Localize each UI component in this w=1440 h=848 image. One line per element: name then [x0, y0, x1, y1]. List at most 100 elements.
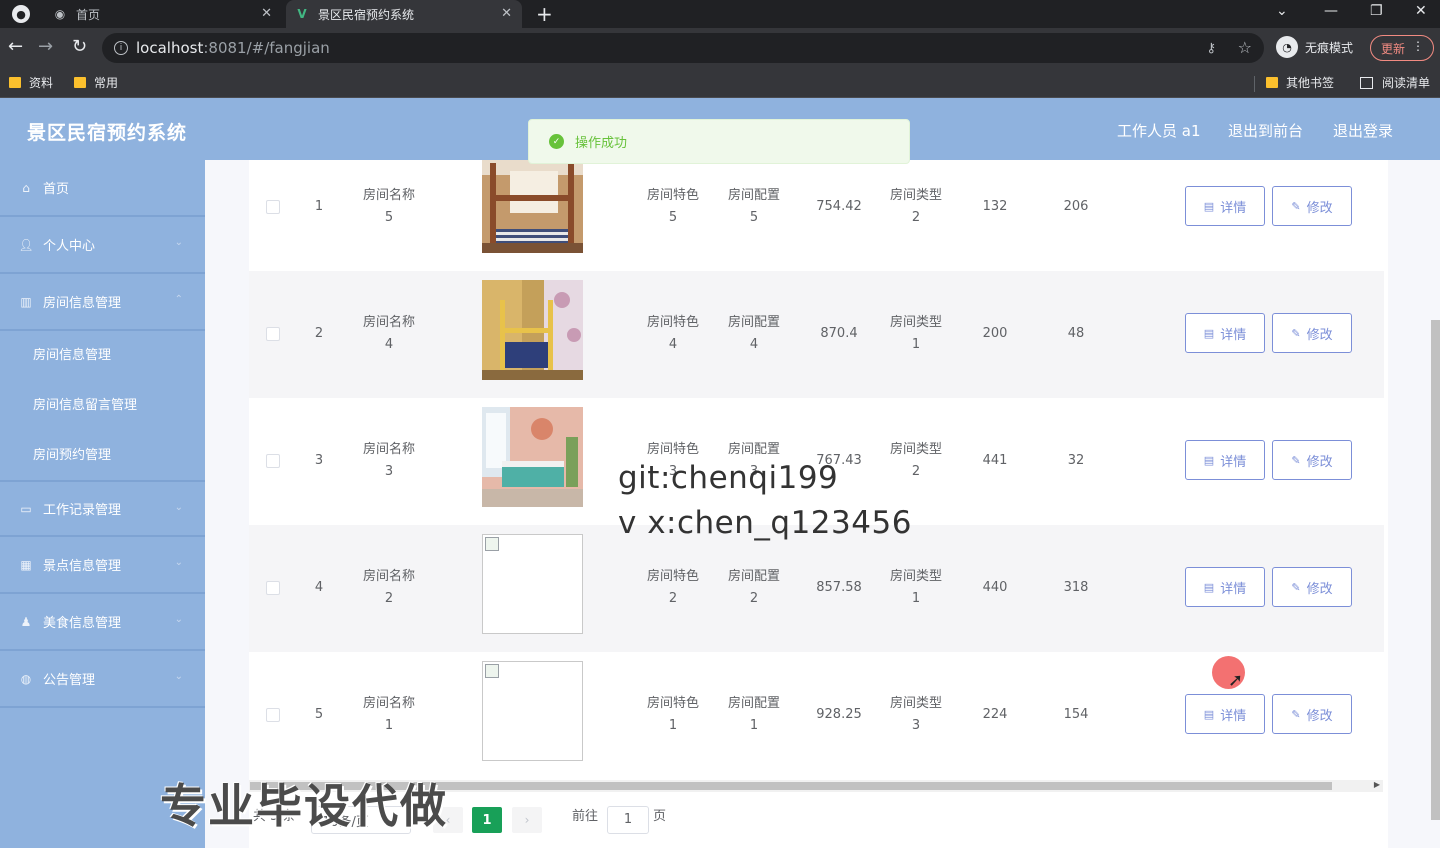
room-name-value: 3	[384, 464, 394, 479]
room-feature-value: 1	[668, 718, 678, 733]
room-name: 房间名称 1	[349, 693, 429, 737]
row-checkbox[interactable]	[266, 454, 280, 468]
edit-button[interactable]: ✎ 修改	[1272, 186, 1352, 226]
site-info-icon[interactable]: i	[114, 41, 128, 55]
detail-button[interactable]: ▤ 详情	[1185, 440, 1265, 480]
scroll-right-icon[interactable]: ▶	[1374, 780, 1380, 789]
room-config: 房间配置 4	[715, 312, 793, 356]
close-tab-icon[interactable]: ✕	[501, 6, 512, 21]
room-feature: 房间特色 5	[634, 185, 712, 229]
close-tab-icon[interactable]: ✕	[261, 6, 272, 21]
new-tab-icon[interactable]: +	[536, 2, 553, 26]
url-input[interactable]: i localhost:8081/#/fangjian ⚷ ☆	[102, 33, 1264, 63]
room-config: 房间配置 5	[715, 185, 793, 229]
row-checkbox[interactable]	[266, 327, 280, 341]
update-button[interactable]: 更新 ⋮	[1370, 35, 1434, 61]
detail-button[interactable]: ▤ 详情	[1185, 186, 1265, 226]
room-config-label: 房间配置	[727, 569, 780, 584]
reload-icon[interactable]: ↻	[72, 36, 87, 57]
reading-list[interactable]: 阅读清单	[1360, 74, 1430, 91]
table-row: 1 房间名称 5 房间特色 5 房间配置 5 754.42 房间类型 2 132 206…	[249, 160, 1384, 271]
url-path: :8081/#/fangjian	[203, 39, 330, 57]
toast-message: 操作成功	[575, 136, 628, 151]
room-count-a: 200	[982, 326, 1008, 341]
back-to-front-link[interactable]: 退出到前台	[1228, 120, 1303, 141]
sidebar-item-label: 首页	[43, 182, 70, 197]
address-bar-row: ← → ↻ i localhost:8081/#/fangjian ⚷ ☆	[0, 28, 1440, 68]
update-label: 更新	[1381, 41, 1406, 56]
sidebar-item-home[interactable]: ⌂ 首页	[0, 160, 205, 217]
room-type: 房间类型 3	[877, 693, 955, 737]
detail-label: 详情	[1220, 708, 1247, 724]
room-count-a: 224	[982, 707, 1008, 722]
room-name: 房间名称 2	[349, 566, 429, 610]
more-menu-icon[interactable]: ⋮	[1412, 39, 1424, 53]
row-checkbox[interactable]	[266, 200, 280, 214]
bookmark-folder[interactable]: 资料	[9, 74, 53, 91]
bookmark-divider	[1254, 76, 1255, 92]
room-count-a: 441	[982, 453, 1008, 468]
room-name: 房间名称 3	[349, 439, 429, 483]
edit-button[interactable]: ✎ 修改	[1272, 694, 1352, 734]
submenu-room-info[interactable]: 房间信息管理	[0, 328, 205, 378]
browser-tab-app[interactable]: V 景区民宿预约系统 ✕	[286, 0, 522, 28]
home-icon: ⌂	[22, 180, 30, 195]
bookmark-folder[interactable]: 常用	[74, 74, 118, 91]
row-checkbox[interactable]	[266, 708, 280, 722]
bookmark-label: 资料	[29, 76, 54, 90]
incognito-indicator[interactable]: ◔ 无痕模式	[1276, 36, 1353, 58]
forward-icon[interactable]: →	[38, 36, 53, 57]
back-icon[interactable]: ←	[8, 36, 23, 57]
sidebar-item-room-info[interactable]: ▥ 房间信息管理 ⌃	[0, 274, 205, 331]
room-type-value: 2	[911, 464, 921, 479]
current-page-button[interactable]: 1	[472, 807, 502, 833]
close-window-icon[interactable]: ✕	[1415, 3, 1427, 19]
broken-image-icon	[485, 537, 499, 551]
detail-button[interactable]: ▤ 详情	[1185, 694, 1265, 734]
page-vertical-scrollbar[interactable]	[1431, 320, 1440, 820]
submenu-room-messages[interactable]: 房间信息留言管理	[0, 378, 205, 428]
logout-link[interactable]: 退出登录	[1333, 120, 1393, 141]
detail-label: 详情	[1220, 581, 1247, 597]
edit-button[interactable]: ✎ 修改	[1272, 313, 1352, 353]
chevron-down-icon: ⌄	[174, 614, 183, 625]
edit-label: 修改	[1306, 327, 1333, 343]
edit-button[interactable]: ✎ 修改	[1272, 567, 1352, 607]
document-icon: ▤	[1203, 199, 1215, 213]
edit-button[interactable]: ✎ 修改	[1272, 440, 1352, 480]
tab-search-icon[interactable]: ⌄	[1276, 3, 1288, 19]
sidebar-item-food[interactable]: ♟ 美食信息管理 ⌄	[0, 594, 205, 651]
key-icon[interactable]: ⚷	[1206, 41, 1216, 56]
room-type-label: 房间类型	[889, 696, 942, 711]
room-count-a: 132	[982, 199, 1008, 214]
minimize-icon[interactable]: —	[1324, 3, 1338, 19]
browser-menu-icon[interactable]: ●	[12, 5, 30, 23]
room-price: 928.25	[816, 707, 862, 722]
bookmark-star-icon[interactable]: ☆	[1238, 38, 1252, 57]
sidebar-item-work-records[interactable]: ▭ 工作记录管理 ⌄	[0, 480, 205, 537]
other-bookmarks[interactable]: 其他书签	[1266, 74, 1334, 91]
next-page-button[interactable]: ›	[512, 807, 542, 833]
room-type: 房间类型 1	[877, 312, 955, 356]
mouse-cursor-icon: ➚	[1228, 670, 1244, 691]
sidebar-item-profile[interactable]: 👤︎ 个人中心 ⌄	[0, 217, 205, 274]
globe-icon: ◉	[54, 7, 66, 21]
chevron-down-icon: ⌄	[174, 237, 183, 248]
reading-list-label: 阅读清单	[1382, 76, 1431, 90]
browser-tab-home[interactable]: ◉ 首页 ✕	[42, 0, 282, 28]
room-type-label: 房间类型	[889, 188, 942, 203]
sidebar-item-announcements[interactable]: ◍ 公告管理 ⌄	[0, 651, 205, 708]
restore-icon[interactable]: ❐	[1370, 3, 1383, 19]
incognito-label: 无痕模式	[1305, 40, 1354, 55]
row-checkbox[interactable]	[266, 581, 280, 595]
detail-button[interactable]: ▤ 详情	[1185, 567, 1265, 607]
grid-icon: ▦	[20, 557, 32, 572]
goto-page-input[interactable]: 1	[607, 806, 649, 834]
submenu-room-booking[interactable]: 房间预约管理	[0, 428, 205, 478]
room-price: 870.4	[820, 326, 858, 341]
chevron-down-icon: ⌄	[174, 671, 183, 682]
detail-button[interactable]: ▤ 详情	[1185, 313, 1265, 353]
room-name: 房间名称 4	[349, 312, 429, 356]
user-icon: 👤︎	[18, 237, 34, 252]
sidebar-item-attractions[interactable]: ▦ 景点信息管理 ⌄	[0, 537, 205, 594]
